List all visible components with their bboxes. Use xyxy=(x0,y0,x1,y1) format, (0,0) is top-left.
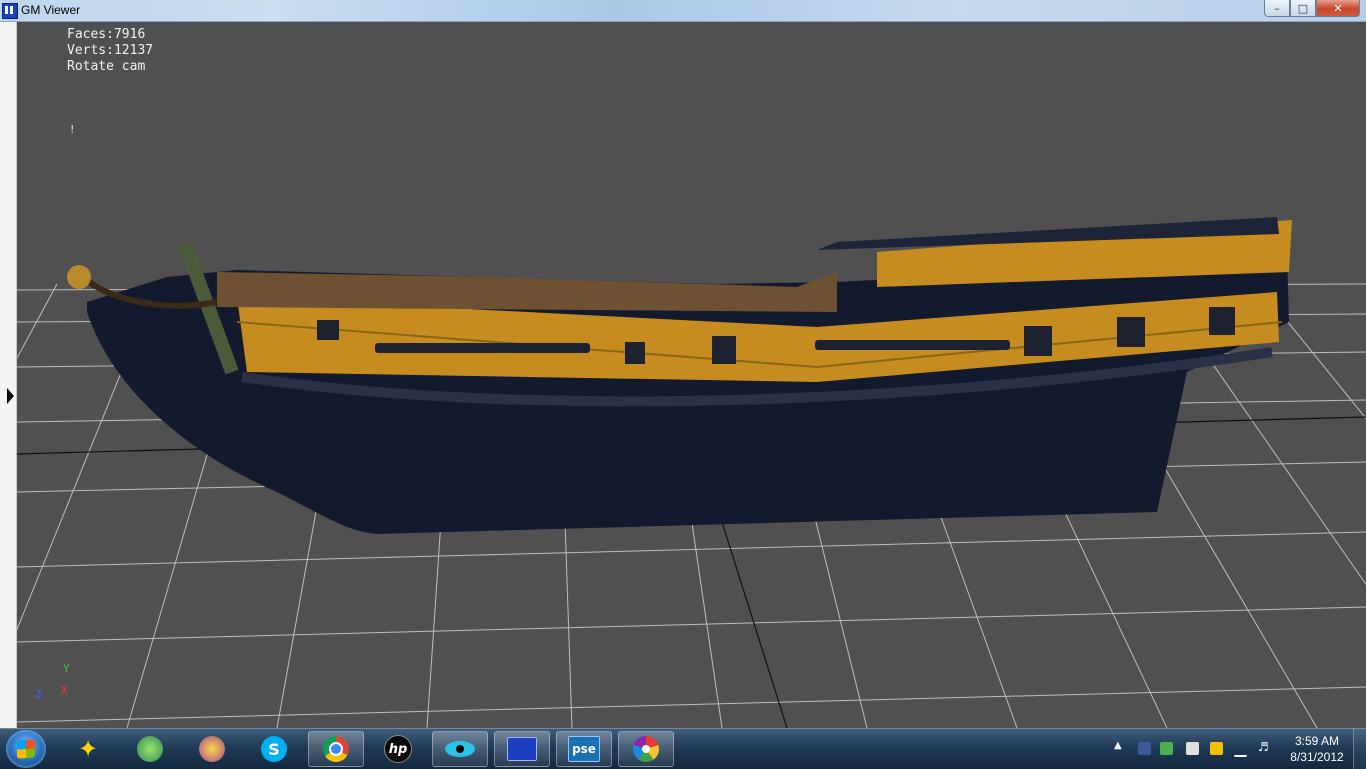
taskbar-item-photoshop-elements[interactable]: pse xyxy=(556,731,612,767)
window-title: GM Viewer xyxy=(21,3,81,17)
facebook-tray-icon[interactable] xyxy=(1138,742,1151,755)
start-button[interactable] xyxy=(6,730,46,768)
yahoo-icon xyxy=(199,736,225,762)
taskbar: ✦ S hp pse ▲ ♬ 3:59 AM 8/31/2012 xyxy=(0,728,1366,769)
taskbar-item-picasa[interactable] xyxy=(618,731,674,767)
gm-viewer-icon xyxy=(507,737,537,761)
y-axis-label: Y xyxy=(63,662,70,675)
taskbar-item-skype[interactable]: S xyxy=(246,731,302,767)
messenger-icon xyxy=(137,736,163,762)
expand-panel-arrow-icon[interactable] xyxy=(7,388,14,404)
verts-count: Verts:12137 xyxy=(67,43,154,58)
minimize-button[interactable]: – xyxy=(1264,0,1290,17)
clock-time: 3:59 AM xyxy=(1294,734,1340,748)
running-man-icon: ✦ xyxy=(77,735,99,763)
taskbar-item-hp[interactable]: hp xyxy=(370,731,426,767)
taskbar-item-eye-app[interactable] xyxy=(432,731,488,767)
hp-icon: hp xyxy=(384,735,412,763)
security-tray-icon[interactable] xyxy=(1160,742,1173,755)
system-clock[interactable]: 3:59 AM 8/31/2012 xyxy=(1286,733,1348,765)
show-desktop-button[interactable] xyxy=(1353,729,1366,769)
taskbar-item-yahoo-messenger[interactable] xyxy=(184,731,240,767)
render-stats: Faces:7916 Verts:12137 Rotate cam xyxy=(67,27,153,75)
window-titlebar[interactable]: GM Viewer – □ ✕ xyxy=(0,0,1366,22)
3d-viewport[interactable]: Faces:7916 Verts:12137 Rotate cam ! Y Z … xyxy=(17,22,1366,728)
picasa-icon xyxy=(633,736,659,762)
device-tray-icon[interactable] xyxy=(1186,742,1199,755)
scene-render xyxy=(17,217,1366,728)
skype-icon: S xyxy=(261,736,287,762)
z-axis-label: Z xyxy=(35,688,42,701)
eye-icon xyxy=(445,741,475,757)
faces-count: Faces:7916 xyxy=(67,27,146,42)
taskbar-item-aim[interactable]: ✦ xyxy=(60,731,116,767)
x-axis-label: X xyxy=(61,684,68,697)
volume-icon[interactable]: ♬ xyxy=(1258,740,1271,754)
window-controls: – □ ✕ xyxy=(1264,0,1360,18)
show-hidden-icons-button[interactable]: ▲ xyxy=(1114,740,1122,751)
maximize-button[interactable]: □ xyxy=(1290,0,1316,17)
chrome-icon xyxy=(323,736,349,762)
pse-icon: pse xyxy=(568,736,600,762)
taskbar-item-chrome[interactable] xyxy=(308,731,364,767)
axis-gizmo: Y Z X xyxy=(33,662,83,702)
network-shield-tray-icon[interactable] xyxy=(1210,742,1223,755)
gm-viewer-app-icon[interactable] xyxy=(2,3,18,19)
close-button[interactable]: ✕ xyxy=(1316,0,1360,17)
clock-date: 8/31/2012 xyxy=(1290,750,1344,764)
wifi-signal-icon[interactable] xyxy=(1234,742,1247,757)
side-panel-collapsed[interactable] xyxy=(0,22,17,728)
camera-mode: Rotate cam xyxy=(67,59,146,74)
marker-text: ! xyxy=(70,123,75,136)
taskbar-item-gm-viewer[interactable] xyxy=(494,731,550,767)
z-axis-line xyxy=(721,521,788,728)
taskbar-item-live-messenger[interactable] xyxy=(122,731,178,767)
